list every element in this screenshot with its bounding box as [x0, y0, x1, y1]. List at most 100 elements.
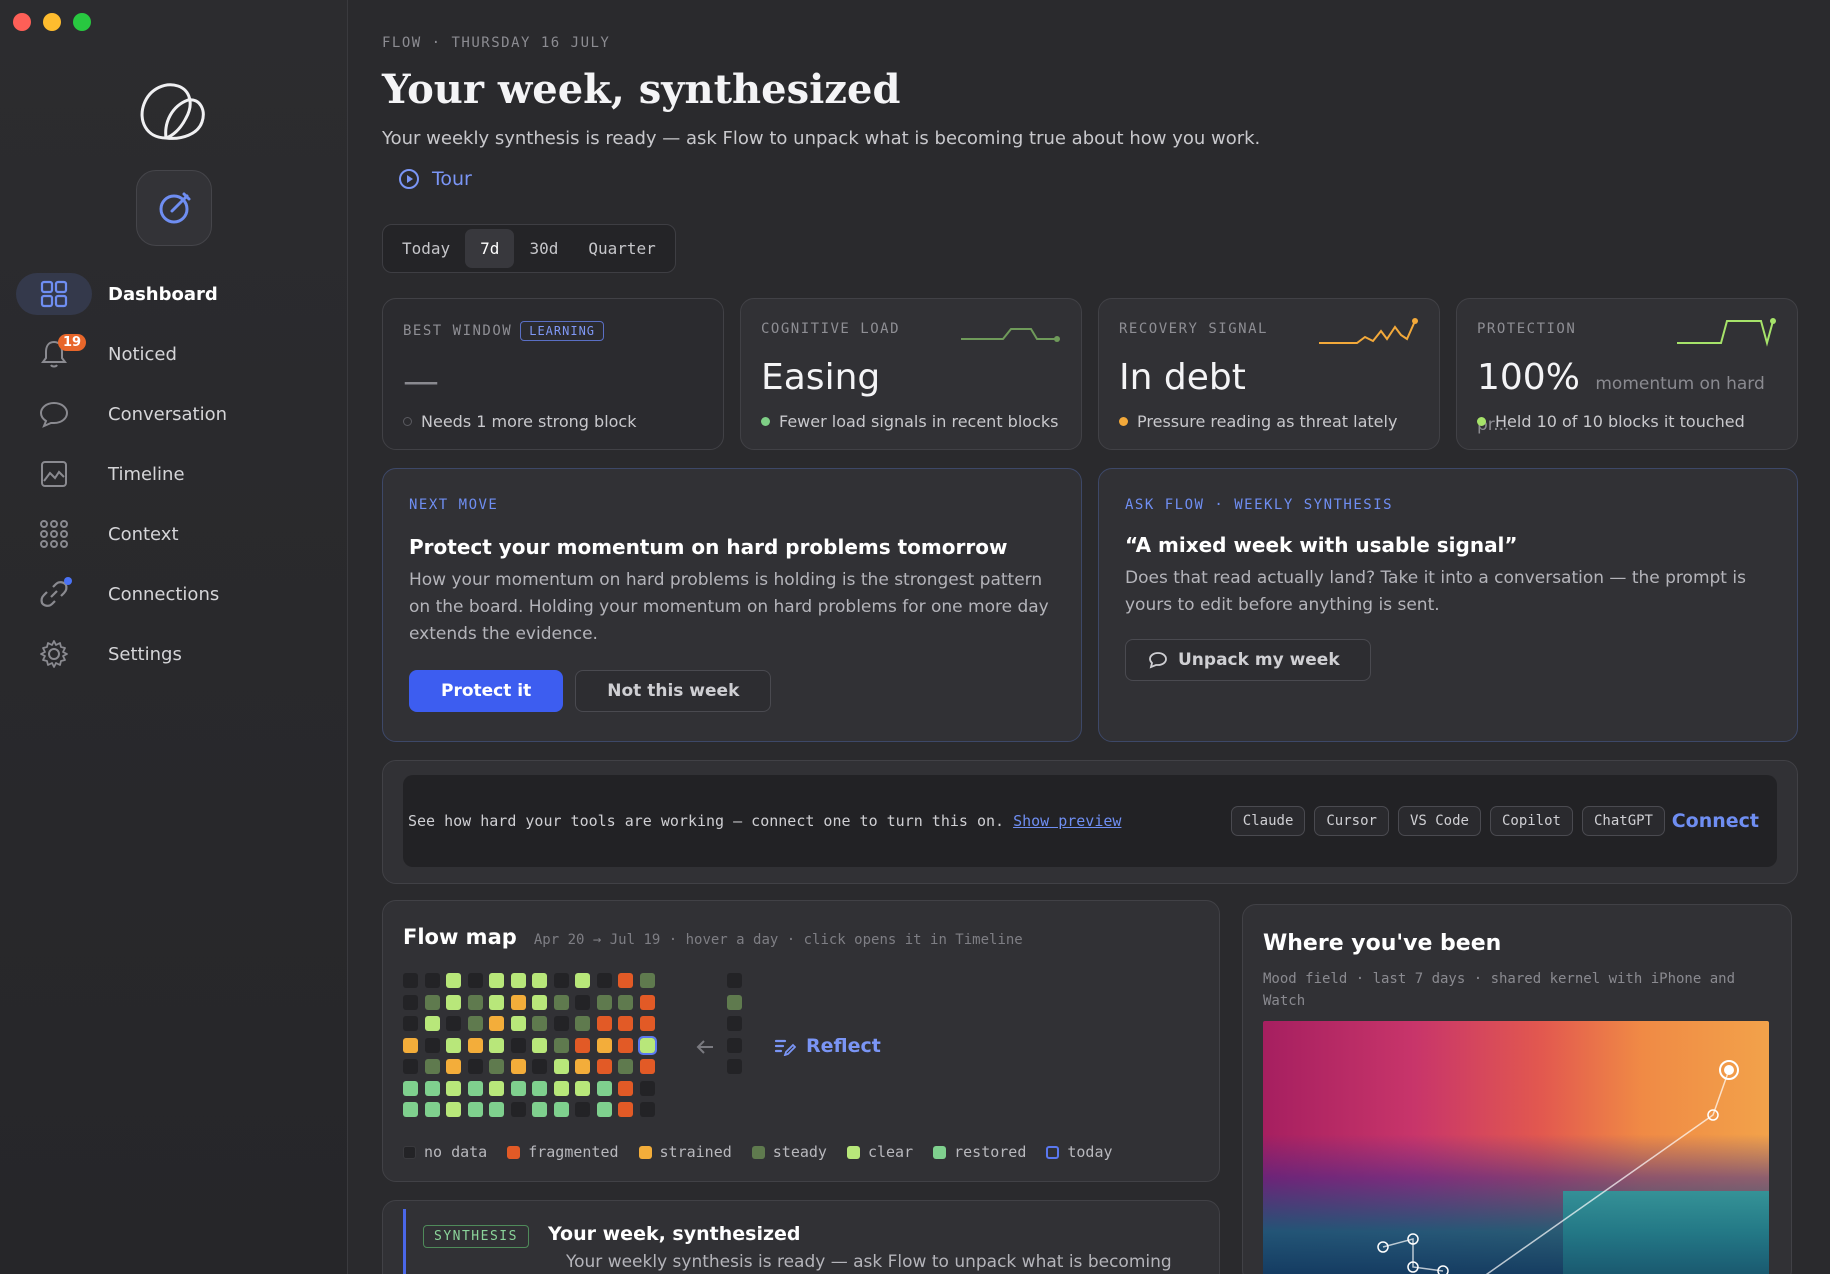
tool-chip-copilot[interactable]: Copilot: [1489, 806, 1573, 836]
flow-map-day-steady[interactable]: [553, 1037, 569, 1053]
flow-map-day-restored[interactable]: [596, 1102, 612, 1117]
flow-map-day-no-data[interactable]: [639, 1102, 655, 1117]
flow-map-day-steady[interactable]: [403, 1037, 418, 1053]
flow-map-day-steady[interactable]: [596, 994, 612, 1010]
flow-map-day-no-data[interactable]: [532, 1059, 547, 1074]
flow-map-day-steady[interactable]: [575, 1016, 590, 1031]
flow-map-day-fragmented[interactable]: [618, 1102, 633, 1117]
flow-map-day-no-data[interactable]: [403, 1059, 418, 1074]
flow-map-day-no-data[interactable]: [424, 973, 440, 988]
flow-map-day-no-data[interactable]: [553, 1016, 569, 1031]
range-option-7d[interactable]: 7d: [465, 229, 515, 268]
flow-map-day-no-data[interactable]: [575, 1102, 590, 1117]
flow-map-day-clear[interactable]: [553, 1080, 569, 1096]
flow-map-day-clear[interactable]: [575, 1080, 590, 1096]
flow-map-day-restored[interactable]: [467, 1080, 483, 1096]
flow-map-day-steady[interactable]: [618, 1059, 633, 1074]
flow-map-day-restored[interactable]: [532, 1102, 547, 1117]
new-capture-button[interactable]: [136, 170, 212, 246]
flow-map-day-steady[interactable]: [510, 1059, 526, 1074]
flow-map-day-no-data[interactable]: [403, 994, 418, 1010]
flow-map-day-fragmented[interactable]: [596, 1016, 612, 1031]
sidebar-item-connections[interactable]: Connections: [16, 564, 336, 624]
flow-map-day-restored[interactable]: [403, 1080, 418, 1096]
flow-map-day-fragmented[interactable]: [618, 1037, 633, 1053]
minimize-window-button[interactable]: [43, 13, 61, 31]
flow-map-day-today[interactable]: [637, 1035, 657, 1055]
flow-map-day-steady[interactable]: [553, 994, 569, 1010]
flow-map-day-no-data[interactable]: [510, 1037, 526, 1053]
flow-map-day-clear[interactable]: [510, 973, 526, 988]
flow-map-day-no-data[interactable]: [510, 1102, 526, 1117]
flow-map-day-steady[interactable]: [489, 1016, 504, 1031]
range-option-quarter[interactable]: Quarter: [573, 229, 670, 268]
connect-button[interactable]: Connect: [1672, 810, 1759, 832]
flow-map-day-no-data[interactable]: [446, 1016, 461, 1031]
sidebar-item-dashboard[interactable]: Dashboard: [16, 264, 336, 324]
metric-card-cognitive-load[interactable]: COGNITIVE LOAD Easing Fewer load signals…: [740, 298, 1082, 450]
not-this-week-button[interactable]: Not this week: [575, 670, 772, 712]
unpack-week-button[interactable]: Unpack my week: [1125, 639, 1371, 681]
flow-map-day-clear[interactable]: [446, 994, 461, 1010]
flow-map-day-steady[interactable]: [575, 1059, 590, 1074]
flow-map-day-fragmented[interactable]: [639, 1059, 655, 1074]
flow-map-day-fragmented[interactable]: [575, 1037, 590, 1053]
flow-map-day-steady[interactable]: [467, 1016, 483, 1031]
sidebar-item-settings[interactable]: Settings: [16, 624, 336, 684]
flow-map-day-fragmented[interactable]: [596, 1059, 612, 1074]
flow-map-day-clear[interactable]: [532, 973, 547, 988]
show-preview-link[interactable]: Show preview: [1013, 812, 1121, 830]
synthesis-card[interactable]: SYNTHESIS Your week, synthesized Your we…: [382, 1200, 1220, 1274]
zoom-window-button[interactable]: [73, 13, 91, 31]
flow-map-day-fragmented[interactable]: [639, 1016, 655, 1031]
flow-map-day-no-data[interactable]: [596, 973, 612, 988]
tool-chip-chatgpt[interactable]: ChatGPT: [1581, 806, 1665, 836]
flow-map-day-no-data[interactable]: [403, 973, 418, 988]
flow-map-day-restored[interactable]: [403, 1102, 418, 1117]
flow-map-day-no-data[interactable]: [424, 1037, 440, 1053]
sidebar-item-conversation[interactable]: Conversation: [16, 384, 336, 444]
flow-map-day-restored[interactable]: [424, 1102, 440, 1117]
flow-map-day-steady[interactable]: [489, 1059, 504, 1074]
flow-map-day-clear[interactable]: [510, 1016, 526, 1031]
reflect-button[interactable]: Reflect: [774, 1035, 881, 1057]
flow-map-day-clear[interactable]: [532, 994, 547, 1010]
flow-map-day-restored[interactable]: [596, 1080, 612, 1096]
range-option-30d[interactable]: 30d: [514, 229, 573, 268]
flow-map-day-clear[interactable]: [489, 1037, 504, 1053]
flow-map-day-steady[interactable]: [424, 1059, 440, 1074]
flow-map-day-clear[interactable]: [553, 1059, 569, 1074]
metric-card-recovery-signal[interactable]: RECOVERY SIGNAL In debt Pressure reading…: [1098, 298, 1440, 450]
sidebar-item-context[interactable]: Context: [16, 504, 336, 564]
flow-map-day-fragmented[interactable]: [618, 1016, 633, 1031]
range-option-today[interactable]: Today: [387, 229, 465, 268]
flow-map-day-restored[interactable]: [553, 1102, 569, 1117]
flow-map-day-no-data[interactable]: [403, 1016, 418, 1031]
flow-map-day-clear[interactable]: [489, 1080, 504, 1096]
tool-chip-vscode[interactable]: VS Code: [1397, 806, 1481, 836]
metric-card-best-window[interactable]: BEST WINDOW LEARNING — Needs 1 more stron…: [382, 298, 724, 450]
flow-map-day-clear[interactable]: [446, 973, 461, 988]
flow-map-day-steady[interactable]: [618, 994, 633, 1010]
flow-map-day-steady[interactable]: [424, 994, 440, 1010]
flow-map-day-steady[interactable]: [639, 973, 655, 988]
flow-map-day-steady[interactable]: [467, 994, 483, 1010]
flow-map-day-clear[interactable]: [489, 973, 504, 988]
flow-map-day-clear[interactable]: [424, 1016, 440, 1031]
flow-map-day-no-data[interactable]: [467, 973, 483, 988]
flow-map-day-steady[interactable]: [510, 994, 526, 1010]
tool-chip-cursor[interactable]: Cursor: [1314, 806, 1389, 836]
close-window-button[interactable]: [13, 13, 31, 31]
flow-map-day-steady[interactable]: [596, 1037, 612, 1053]
flow-map-day-clear[interactable]: [532, 1037, 547, 1053]
flow-map-day-fragmented[interactable]: [618, 1080, 633, 1096]
flow-map-day-clear[interactable]: [446, 1037, 461, 1053]
flow-map-day-no-data[interactable]: [639, 1080, 655, 1096]
flow-map-day-fragmented[interactable]: [618, 973, 633, 988]
tool-chip-claude[interactable]: Claude: [1230, 806, 1306, 836]
flow-map-day-clear[interactable]: [446, 1102, 461, 1117]
flow-map-day-restored[interactable]: [424, 1080, 440, 1096]
flow-map-day-restored[interactable]: [467, 1102, 483, 1117]
flow-map-day-clear[interactable]: [489, 994, 504, 1010]
flow-map-day-restored[interactable]: [510, 1080, 526, 1096]
